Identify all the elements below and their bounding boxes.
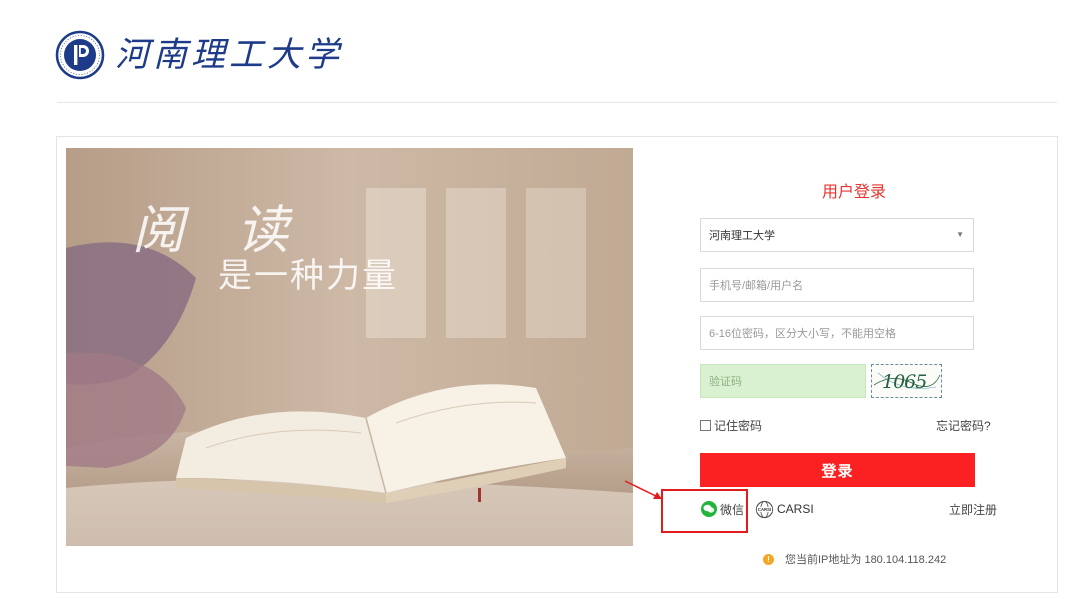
page-header: 河南理工大学 [0,0,1080,103]
info-icon: ! [763,553,774,565]
password-placeholder: 6-16位密码，区分大小写，不能用空格 [709,328,897,340]
login-panel: 阅 读 是一种力量 用户登录 河南理工大学 ▼ 手机号/邮箱/用户名 6-16位… [56,136,1058,593]
captcha-placeholder: 验证码 [709,376,742,388]
remember-password[interactable]: 记住密码 [700,417,762,434]
hpu-emblem-icon [55,30,105,80]
reading-banner-image: 阅 读 是一种力量 [66,148,633,546]
captcha-input[interactable]: 验证码 [700,364,866,398]
annotation-highlight-box [661,489,748,533]
username-placeholder: 手机号/邮箱/用户名 [709,280,804,292]
captcha-code: 1065 [882,371,926,393]
ip-notice-text: 您当前IP地址为 180.104.118.242 [785,554,947,566]
school-select[interactable]: 河南理工大学 ▼ [700,218,974,252]
username-input[interactable]: 手机号/邮箱/用户名 [700,268,974,302]
login-title: 用户登录 [821,184,886,201]
remember-label: 记住密码 [714,419,763,433]
carsi-label: CARSI [777,502,814,516]
login-button[interactable]: 登录 [700,453,975,487]
login-form: 用户登录 河南理工大学 ▼ 手机号/邮箱/用户名 6-16位密码，区分大小写，不… [700,137,1040,592]
svg-text:CARSI: CARSI [758,507,771,512]
forgot-password-link[interactable]: 忘记密码? [936,417,991,434]
school-select-value: 河南理工大学 [709,230,775,242]
carsi-globe-icon: CARSI [755,500,774,518]
university-name: 河南理工大学 [115,35,343,75]
captcha-image[interactable]: 1065 [871,364,942,398]
captcha-graphic: 1065 [873,371,941,393]
header-divider [57,102,1057,103]
ip-notice: ! 您当前IP地址为 180.104.118.242 [763,551,946,567]
register-link[interactable]: 立即注册 [949,501,997,518]
password-input[interactable]: 6-16位密码，区分大小写，不能用空格 [700,316,974,350]
carsi-login-link[interactable]: CARSI CARSI [755,499,814,519]
remember-checkbox[interactable] [700,420,711,431]
banner-subtitle: 是一种力量 [218,256,398,296]
caret-down-icon: ▼ [956,230,964,239]
university-logo[interactable]: 河南理工大学 [55,30,343,80]
